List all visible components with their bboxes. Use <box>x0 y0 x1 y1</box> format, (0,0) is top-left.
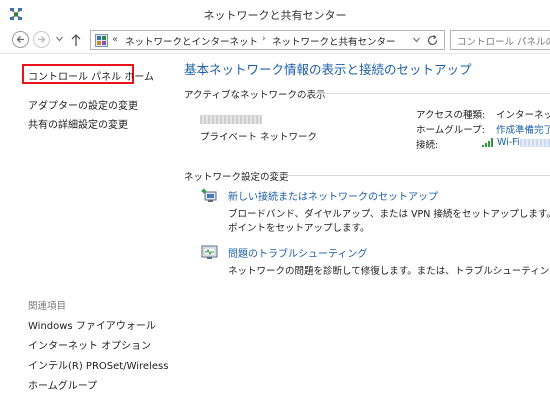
change-settings-header: ネットワーク設定の変更 <box>184 172 289 183</box>
homegroup-ready-link[interactable]: 作成準備完了 <box>496 122 550 136</box>
search-placeholder: コントロール パネルの検 <box>457 37 550 48</box>
intel-proset-wireless-link[interactable]: インテル(R) PROSet/Wireless <box>28 357 168 372</box>
wifi-signal-icon <box>482 138 493 147</box>
arrow-right-icon <box>38 36 46 43</box>
wifi-connection-link[interactable]: Wi-Fi <box>497 137 519 148</box>
page-title: 基本ネットワーク情報の表示と接続のセットアップ <box>184 62 472 77</box>
sidebar: コントロール パネル ホーム アダプターの設定の変更 共有の詳細設定の変更 関連… <box>0 54 168 405</box>
address-bar[interactable]: « ネットワークとインターネット › ネットワークと共有センター <box>90 30 445 50</box>
setup-new-connection-link[interactable]: 新しい接続またはネットワークのセットアップ <box>228 188 438 203</box>
internet-options-link[interactable]: インターネット オプション <box>28 337 151 352</box>
active-networks-divider <box>297 93 550 94</box>
wifi-name-redacted <box>520 139 550 147</box>
troubleshoot-problems-description: ネットワークの問題を診断して修復します。または、トラブルシューティングに関する情… <box>228 266 550 277</box>
breadcrumb-network-sharing-center[interactable]: ネットワークと共有センター <box>272 34 396 48</box>
control-panel-icon <box>95 34 108 47</box>
forward-button[interactable] <box>33 31 50 48</box>
access-type-value: インターネット アクセス <box>496 110 550 121</box>
recent-locations-dropdown[interactable] <box>56 36 63 42</box>
access-type-label: アクセスの種類: <box>416 110 486 121</box>
breadcrumb-network-internet[interactable]: ネットワークとインターネット <box>125 34 258 48</box>
related-section-header: 関連項目 <box>28 301 67 312</box>
windows-firewall-link[interactable]: Windows ファイアウォール <box>28 317 156 332</box>
change-settings-divider <box>279 175 550 176</box>
network-type-label: プライベート ネットワーク <box>200 132 318 143</box>
network-name-redacted <box>200 115 262 124</box>
homegroup-link[interactable]: ホームグループ <box>28 377 97 392</box>
up-button[interactable] <box>70 33 82 47</box>
title-bar: ネットワークと共有センター <box>0 0 550 28</box>
setup-new-connection-description: ブロードバンド、ダイヤルアップ、または VPN 接続をセットアップします。あるい… <box>228 209 550 220</box>
arrow-left-icon <box>16 36 24 43</box>
troubleshoot-icon <box>201 245 218 259</box>
search-input[interactable]: コントロール パネルの検 <box>450 30 550 50</box>
connection-label: 接続: <box>416 140 439 151</box>
navigation-bar: « ネットワークとインターネット › ネットワークと共有センター コントロール … <box>0 28 550 52</box>
advanced-sharing-settings-link[interactable]: 共有の詳細設定の変更 <box>28 116 128 131</box>
refresh-icon[interactable] <box>426 34 439 47</box>
setup-new-connection-description-2: ポイントをセットアップします。 <box>228 223 370 234</box>
active-networks-header: アクティブなネットワークの表示 <box>184 90 326 101</box>
breadcrumb-separator-icon[interactable]: › <box>262 34 266 44</box>
control-panel-home-link[interactable]: コントロール パネル ホーム <box>28 68 154 83</box>
back-button[interactable] <box>12 31 29 48</box>
breadcrumb-overflow[interactable]: « <box>112 34 118 45</box>
window-title: ネットワークと共有センター <box>203 9 347 22</box>
troubleshoot-problems-link[interactable]: 問題のトラブルシューティング <box>228 245 367 260</box>
address-dropdown-icon[interactable] <box>413 37 420 43</box>
new-connection-icon <box>201 188 217 202</box>
homegroup-label: ホームグループ: <box>416 125 485 136</box>
change-adapter-settings-link[interactable]: アダプターの設定の変更 <box>28 97 138 112</box>
